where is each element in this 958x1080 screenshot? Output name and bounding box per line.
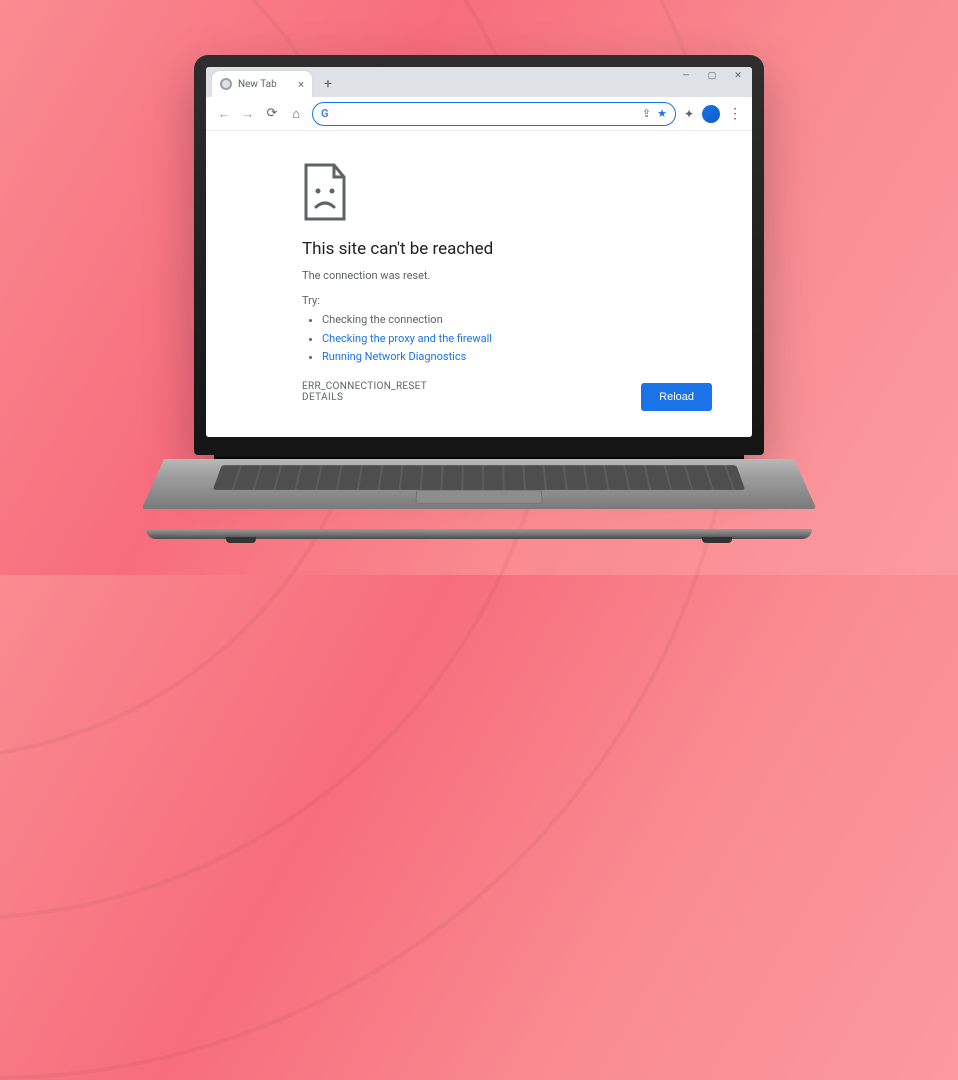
laptop-keyboard bbox=[213, 465, 745, 490]
laptop-foot bbox=[226, 537, 256, 543]
globe-icon bbox=[220, 78, 232, 90]
address-bar[interactable]: G ⇪ ★ bbox=[312, 102, 676, 126]
close-window-button[interactable]: ✕ bbox=[730, 71, 746, 81]
suggestion-item: Running Network Diagnostics bbox=[322, 348, 752, 367]
details-button[interactable]: DETAILS bbox=[302, 392, 343, 403]
proxy-firewall-link[interactable]: Checking the proxy and the firewall bbox=[322, 332, 492, 345]
laptop-deck bbox=[142, 459, 817, 509]
browser-tab[interactable]: New Tab × bbox=[212, 71, 312, 97]
extensions-icon[interactable]: ✦ bbox=[684, 107, 694, 121]
google-search-icon: G bbox=[321, 107, 329, 120]
browser-toolbar: ← → ⟳ ⌂ G ⇪ ★ ✦ ⋮ bbox=[206, 97, 752, 131]
maximize-button[interactable]: ▢ bbox=[704, 71, 720, 81]
suggestion-list: Checking the connection Checking the pro… bbox=[302, 311, 752, 367]
tab-title: New Tab bbox=[238, 79, 277, 90]
back-button[interactable]: ← bbox=[216, 106, 232, 122]
forward-button[interactable]: → bbox=[240, 106, 256, 122]
menu-button[interactable]: ⋮ bbox=[728, 107, 742, 121]
sad-page-icon bbox=[302, 163, 348, 221]
laptop-trackpad bbox=[415, 490, 543, 504]
profile-avatar[interactable] bbox=[702, 105, 720, 123]
reload-button[interactable]: ⟳ bbox=[264, 106, 280, 121]
error-heading: This site can't be reached bbox=[302, 239, 752, 259]
error-page: This site can't be reached The connectio… bbox=[206, 131, 752, 437]
url-input[interactable] bbox=[335, 108, 636, 120]
screen-bezel: New Tab × + — ▢ ✕ ← → ⟳ ⌂ G bbox=[194, 55, 764, 455]
share-icon[interactable]: ⇪ bbox=[642, 107, 651, 120]
try-label: Try: bbox=[302, 294, 752, 307]
new-tab-button[interactable]: + bbox=[318, 74, 338, 94]
tab-strip: New Tab × + — ▢ ✕ bbox=[206, 67, 752, 97]
browser-window: New Tab × + — ▢ ✕ ← → ⟳ ⌂ G bbox=[206, 67, 752, 437]
window-controls: — ▢ ✕ bbox=[678, 71, 746, 81]
error-subtext: The connection was reset. bbox=[302, 269, 752, 282]
reload-page-button[interactable]: Reload bbox=[641, 383, 712, 411]
bookmark-star-icon[interactable]: ★ bbox=[657, 107, 667, 120]
home-button[interactable]: ⌂ bbox=[288, 106, 304, 122]
suggestion-item: Checking the proxy and the firewall bbox=[322, 330, 752, 349]
minimize-button[interactable]: — bbox=[678, 71, 694, 81]
laptop-foot bbox=[702, 537, 732, 543]
laptop-frame: New Tab × + — ▢ ✕ ← → ⟳ ⌂ G bbox=[194, 55, 764, 545]
network-diagnostics-link[interactable]: Running Network Diagnostics bbox=[322, 350, 466, 363]
laptop-front-edge bbox=[146, 529, 812, 539]
close-tab-icon[interactable]: × bbox=[298, 78, 304, 91]
suggestion-item: Checking the connection bbox=[322, 311, 752, 330]
